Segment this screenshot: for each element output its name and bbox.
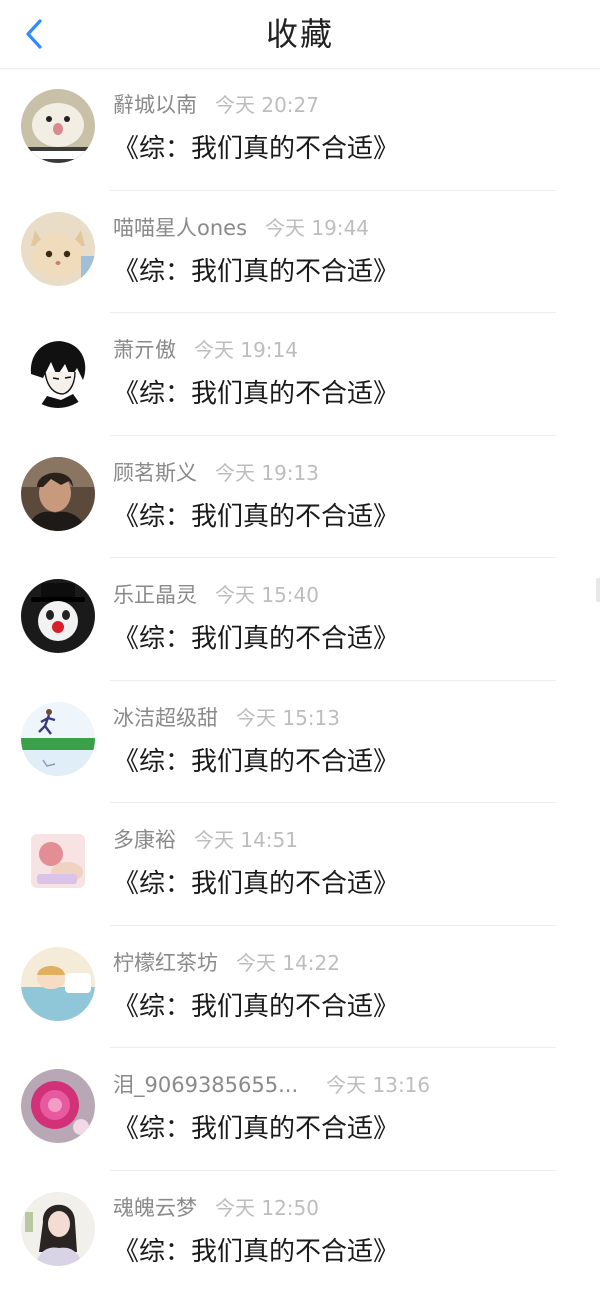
favorite-item[interactable]: 泪_9069385655... 今天 13:16 《综：我们真的不合适》	[0, 1048, 600, 1171]
item-meta: 魂魄云梦今天 12:50	[113, 1193, 319, 1223]
runner-avatar-icon	[21, 702, 95, 776]
favorite-item[interactable]: 萧亓傲今天 19:14 《综：我们真的不合适》	[0, 313, 600, 436]
book-title[interactable]: 《综：我们真的不合适》	[113, 373, 399, 410]
book-title[interactable]: 《综：我们真的不合适》	[113, 496, 399, 533]
username[interactable]: 辭城以南	[113, 93, 197, 117]
timestamp: 今天 14:51	[194, 828, 298, 852]
username[interactable]: 冰洁超级甜	[113, 706, 218, 730]
favorite-item[interactable]: 魂魄云梦今天 12:50 《综：我们真的不合适》	[0, 1171, 600, 1293]
book-title[interactable]: 《综：我们真的不合适》	[113, 128, 399, 165]
favorite-item[interactable]: 喵喵星人ones 今天 19:44 《综：我们真的不合适》	[0, 191, 600, 314]
timestamp: 今天 14:22	[236, 951, 340, 975]
portrait-avatar-icon	[21, 457, 95, 531]
item-meta: 多康裕今天 14:51	[113, 825, 298, 855]
timestamp: 今天 19:13	[215, 461, 319, 485]
user-avatar[interactable]	[21, 702, 95, 776]
username[interactable]: 泪_9069385655...	[113, 1073, 298, 1097]
username[interactable]: 顾茗斯义	[113, 461, 197, 485]
user-avatar[interactable]	[21, 1192, 95, 1266]
user-avatar[interactable]	[21, 579, 95, 653]
item-meta: 冰洁超级甜今天 15:13	[113, 703, 340, 733]
book-title[interactable]: 《综：我们真的不合适》	[113, 251, 399, 288]
item-meta: 喵喵星人ones 今天 19:44	[113, 213, 369, 243]
item-meta: 萧亓傲今天 19:14	[113, 335, 298, 365]
book-title[interactable]: 《综：我们真的不合适》	[113, 1231, 399, 1268]
book-title[interactable]: 《综：我们真的不合适》	[113, 1108, 399, 1145]
username[interactable]: 萧亓傲	[113, 338, 176, 362]
book-title[interactable]: 《综：我们真的不合适》	[113, 618, 399, 655]
username[interactable]: 喵喵星人ones	[113, 216, 247, 240]
user-avatar[interactable]	[21, 334, 95, 408]
kitten-avatar-icon	[21, 212, 95, 286]
timestamp: 今天 19:14	[194, 338, 298, 362]
item-meta: 泪_9069385655... 今天 13:16	[113, 1070, 430, 1100]
book-title[interactable]: 《综：我们真的不合适》	[113, 741, 399, 778]
hamster-avatar-icon	[21, 89, 95, 163]
timestamp: 今天 20:27	[215, 93, 319, 117]
favorite-item[interactable]: 冰洁超级甜今天 15:13 《综：我们真的不合适》	[0, 681, 600, 804]
book-title[interactable]: 《综：我们真的不合适》	[113, 986, 399, 1023]
favorite-item[interactable]: 乐正晶灵今天 15:40 《综：我们真的不合适》	[0, 558, 600, 681]
favorite-item[interactable]: 柠檬红茶坊今天 14:22 《综：我们真的不合适》	[0, 926, 600, 1049]
girl-avatar-icon	[21, 1192, 95, 1266]
cartoon-avatar-icon	[21, 824, 95, 898]
page-title: 收藏	[0, 0, 600, 68]
user-avatar[interactable]	[21, 947, 95, 1021]
user-avatar[interactable]	[21, 824, 95, 898]
user-avatar[interactable]	[21, 457, 95, 531]
user-avatar[interactable]	[21, 89, 95, 163]
favorite-item[interactable]: 多康裕今天 14:51 《综：我们真的不合适》	[0, 803, 600, 926]
username[interactable]: 魂魄云梦	[113, 1196, 197, 1220]
username[interactable]: 多康裕	[113, 828, 176, 852]
item-meta: 柠檬红茶坊今天 14:22	[113, 948, 340, 978]
timestamp: 今天 12:50	[215, 1196, 319, 1220]
user-avatar[interactable]	[21, 1069, 95, 1143]
favorite-item[interactable]: 辭城以南今天 20:27 《综：我们真的不合适》	[0, 68, 600, 191]
user-avatar[interactable]	[21, 212, 95, 286]
timestamp: 今天 15:40	[215, 583, 319, 607]
item-meta: 顾茗斯义今天 19:13	[113, 458, 319, 488]
sleeping-avatar-icon	[21, 947, 95, 1021]
username[interactable]: 柠檬红茶坊	[113, 951, 218, 975]
item-meta: 辭城以南今天 20:27	[113, 90, 319, 120]
favorite-item[interactable]: 顾茗斯义今天 19:13 《综：我们真的不合适》	[0, 436, 600, 559]
timestamp: 今天 15:13	[236, 706, 340, 730]
flower-avatar-icon	[21, 1069, 95, 1143]
side-drawer-handle[interactable]	[596, 578, 600, 602]
top-bar: 收藏	[0, 0, 600, 69]
anime-boy-avatar-icon	[21, 334, 95, 408]
timestamp: 今天 13:16	[326, 1073, 430, 1097]
username[interactable]: 乐正晶灵	[113, 583, 197, 607]
timestamp: 今天 19:44	[265, 216, 369, 240]
item-meta: 乐正晶灵今天 15:40	[113, 580, 319, 610]
favorites-list: 辭城以南今天 20:27 《综：我们真的不合适》 喵喵星人ones 今天 19:4…	[0, 68, 600, 1293]
clown-avatar-icon	[21, 579, 95, 653]
book-title[interactable]: 《综：我们真的不合适》	[113, 863, 399, 900]
